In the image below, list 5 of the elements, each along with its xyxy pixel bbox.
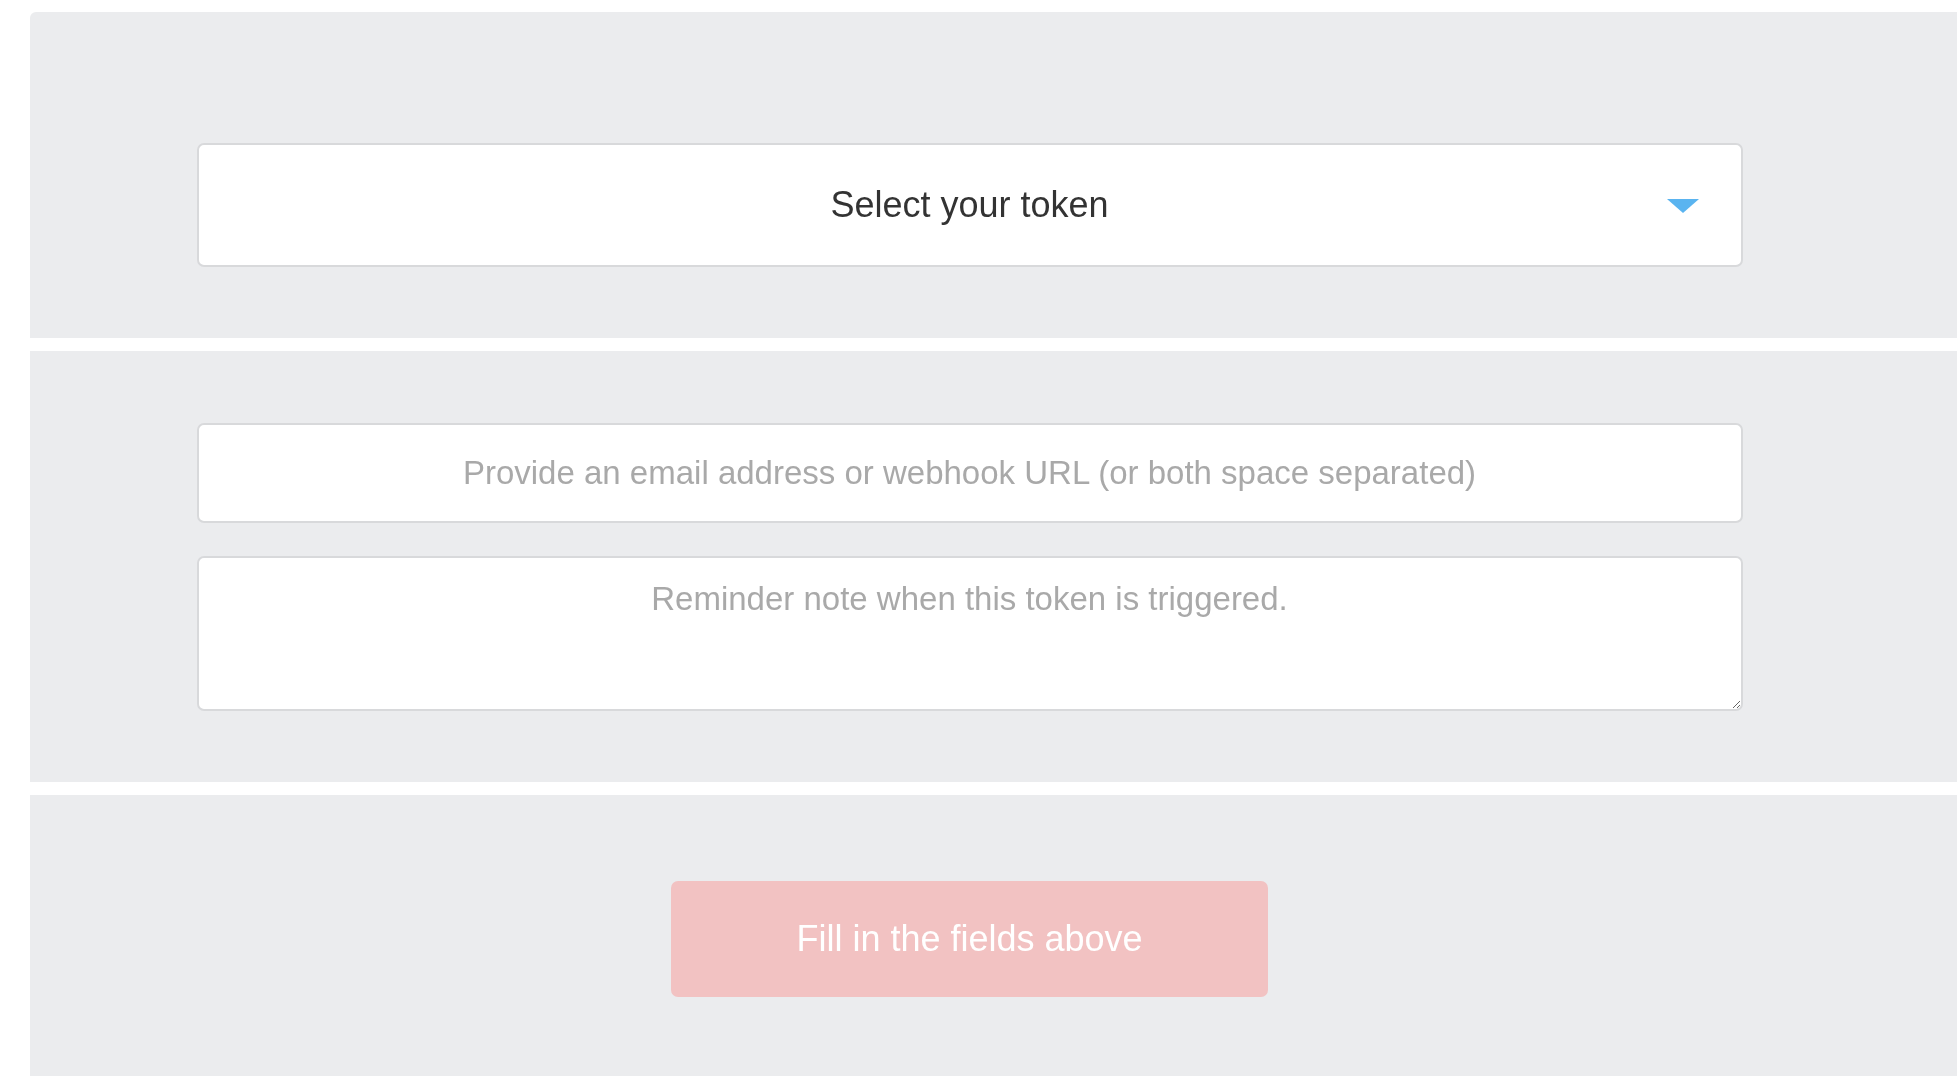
select-label: Select your token: [830, 184, 1109, 226]
alert-input-field[interactable]: Provide an email address or webhook URL (or both space separated): [196, 423, 1743, 523]
dropdown-caret-icon: [1666, 199, 1699, 213]
note-text-area[interactable]: Reminder note when this token is triggered.: [196, 556, 1743, 711]
token-select[interactable]: Select your token: [196, 143, 1743, 267]
